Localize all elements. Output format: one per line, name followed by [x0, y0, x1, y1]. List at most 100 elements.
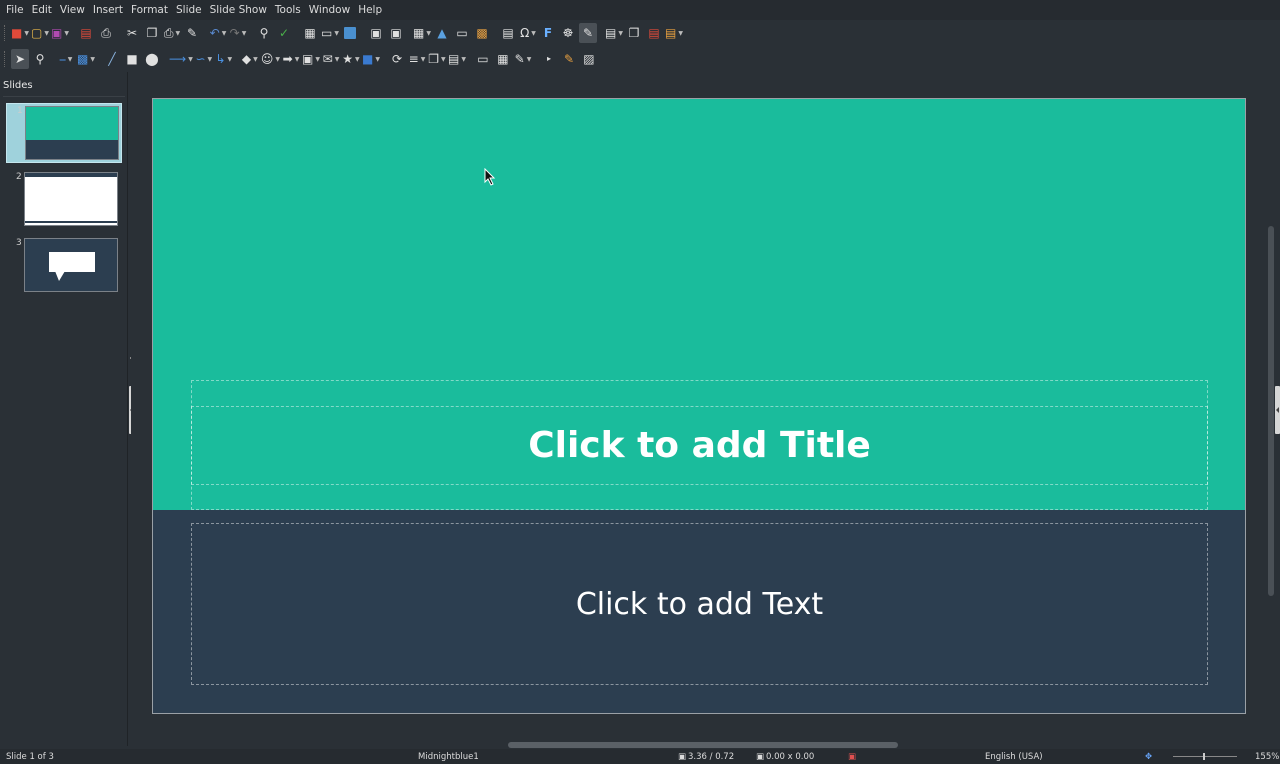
display-views-icon[interactable]: ▭ ▼ [321, 23, 339, 43]
table-icon[interactable]: ▦ ▼ [413, 23, 431, 43]
title-placeholder[interactable]: Click to add Title [191, 406, 1208, 485]
rectangle-icon[interactable]: ■ [123, 49, 141, 69]
glue-points-icon[interactable]: ✎ [560, 49, 578, 69]
line-icon[interactable]: ╱ [103, 49, 121, 69]
display-options-icon[interactable]: ▤ ▼ [665, 23, 683, 43]
print-icon[interactable]: ⎙ [97, 23, 115, 43]
undo-icon[interactable]: ↶ ▼ [209, 23, 227, 43]
textbox-icon[interactable]: ▤ [499, 23, 517, 43]
menu-edit[interactable]: Edit [28, 0, 56, 20]
hyperlink-icon[interactable]: ☸ [559, 23, 577, 43]
fill-color-icon[interactable]: ▩ ▼ [77, 49, 95, 69]
filter-icon[interactable]: ✎ ▼ [514, 49, 532, 69]
document-modified-icon[interactable]: ▣ [848, 752, 856, 762]
symbol-shapes-icon[interactable]: ☺ ▼ [261, 49, 280, 69]
grid-icon[interactable]: ▦ [301, 23, 319, 43]
clone-formatting-icon[interactable]: ✎ [183, 23, 201, 43]
slide-preview [24, 238, 118, 292]
transformations-icon[interactable]: ⟳ [388, 49, 406, 69]
horizontal-scrollbar-thumb[interactable] [508, 742, 898, 748]
fontwork-icon[interactable]: F [539, 23, 557, 43]
slide-number: 2 [16, 172, 22, 182]
align-icon[interactable]: ≡ ▼ [408, 49, 426, 69]
slide-thumbnail-1[interactable]: 1 [6, 103, 122, 163]
menu-help[interactable]: Help [354, 0, 386, 20]
basic-shapes-icon[interactable]: ◆ ▼ [241, 49, 259, 69]
master-slide-name[interactable]: Midnightblue1 [418, 752, 479, 762]
line-arrow-icon[interactable]: ⟶ ▼ [169, 49, 193, 69]
crop-icon[interactable]: ▦ [494, 49, 512, 69]
text-placeholder[interactable]: Click to add Text [191, 523, 1208, 685]
line-color-icon[interactable]: ⎯ ▼ [57, 49, 75, 69]
export-pdf-icon[interactable]: ▤ [77, 23, 95, 43]
points-icon[interactable]: ▸ [540, 49, 558, 69]
curve-icon[interactable]: ∽ ▼ [195, 49, 213, 69]
slide-preview [24, 172, 118, 226]
slide-preview-bottom [26, 140, 118, 159]
size-icon: ▣ [756, 752, 765, 762]
save-icon[interactable]: ▣ ▼ [51, 23, 69, 43]
spelling-icon[interactable]: ✓ [275, 23, 293, 43]
toolbar-grip[interactable] [4, 51, 6, 67]
stars-icon[interactable]: ★ ▼ [342, 49, 360, 69]
mouse-cursor-icon [484, 168, 496, 186]
hide-slide-icon[interactable]: ▤ [645, 23, 663, 43]
new-icon[interactable]: ■ ▼ [11, 23, 29, 43]
menu-file[interactable]: File [2, 0, 28, 20]
zoom-slider-knob[interactable] [1203, 753, 1205, 760]
toggle-extrusion-icon[interactable]: ▨ [580, 49, 598, 69]
redo-icon[interactable]: ↷ ▼ [229, 23, 247, 43]
zoom-pan-icon[interactable]: ⚲ [31, 49, 49, 69]
select-icon[interactable]: ➤ [11, 49, 29, 69]
standard-toolbar: ■ ▼ ▢ ▼ ▣ ▼ ▤ ⎙ ✂ ❐ ⎙ ▼ ✎ ↶ ▼ ↷ ▼ ⚲ ✓ ▦ ▭ ▼ ▣ ▣… [0, 20, 1280, 46]
paste-icon[interactable]: ⎙ ▼ [163, 23, 181, 43]
slide-transition-icon[interactable]: ❐ [625, 23, 643, 43]
toolbar-grip[interactable] [4, 25, 6, 41]
ellipse-icon[interactable]: ⬤ [143, 49, 161, 69]
special-character-icon[interactable]: Ω ▼ [519, 23, 537, 43]
menu-view[interactable]: View [56, 0, 89, 20]
image-icon[interactable]: ▲ [433, 23, 451, 43]
shadow-icon[interactable]: ▭ [474, 49, 492, 69]
flowchart-icon[interactable]: ▣ ▼ [302, 49, 320, 69]
sidebar-collapse-handle[interactable] [1275, 386, 1280, 434]
slide-canvas[interactable]: Click to add Title Click to add Text [152, 98, 1246, 714]
slide-preview-topbar [25, 173, 117, 178]
language-indicator[interactable]: English (USA) [985, 752, 1043, 762]
speech-bubble-tail [55, 271, 65, 281]
slide-thumbnail-2[interactable]: 2 [6, 170, 122, 228]
zoom-level[interactable]: 155% [1255, 752, 1279, 762]
find-icon[interactable]: ⚲ [255, 23, 273, 43]
fit-slide-icon[interactable]: ✥ [1145, 752, 1152, 762]
block-arrows-icon[interactable]: ➡ ▼ [282, 49, 300, 69]
chart-icon[interactable]: ▩ [473, 23, 491, 43]
position-icon: ▣ [678, 752, 687, 762]
menu-format[interactable]: Format [127, 0, 172, 20]
menu-window[interactable]: Window [305, 0, 354, 20]
slide-number: 1 [17, 106, 23, 116]
slide-thumbnail-3[interactable]: 3 [6, 236, 122, 294]
3d-objects-icon[interactable]: ■ ▼ [362, 49, 380, 69]
menu-slide[interactable]: Slide [172, 0, 206, 20]
connector-icon[interactable]: ↳ ▼ [215, 49, 233, 69]
distribute-icon[interactable]: ▤ ▼ [448, 49, 466, 69]
slide-preview-bottomline [25, 221, 117, 223]
menu-insert[interactable]: Insert [89, 0, 127, 20]
master-slide-icon[interactable] [341, 23, 359, 43]
new-slide-icon[interactable]: ▣ [367, 23, 385, 43]
draw-functions-icon[interactable]: ✎ [579, 23, 597, 43]
slide-layout-icon[interactable]: ▤ ▼ [605, 23, 623, 43]
duplicate-slide-icon[interactable]: ▣ [387, 23, 405, 43]
callouts-icon[interactable]: ✉ ▼ [322, 49, 340, 69]
open-icon[interactable]: ▢ ▼ [31, 23, 49, 43]
zoom-slider[interactable] [1173, 756, 1237, 757]
media-icon[interactable]: ▭ [453, 23, 471, 43]
menu-tools[interactable]: Tools [271, 0, 305, 20]
menu-slide-show[interactable]: Slide Show [206, 0, 271, 20]
cut-icon[interactable]: ✂ [123, 23, 141, 43]
vertical-scrollbar-thumb[interactable] [1268, 226, 1274, 596]
copy-icon[interactable]: ❐ [143, 23, 161, 43]
arrange-icon[interactable]: ❐ ▼ [428, 49, 446, 69]
slide-preview [25, 106, 119, 160]
status-bar: Slide 1 of 3 Midnightblue1 ▣ 3.36 / 0.72… [0, 749, 1280, 764]
